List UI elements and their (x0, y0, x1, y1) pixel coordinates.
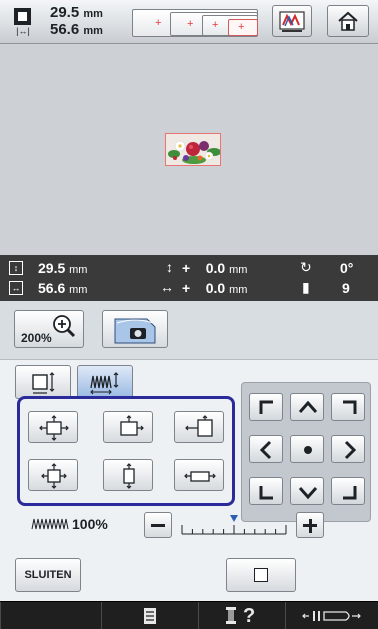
arrow-up-right-icon (343, 400, 357, 414)
resize-icon (32, 372, 55, 394)
embroidery-edit-screen: |↔| 29.5 mm 56.6 mm + + + + ↕ 29.5 mm ↔ … (0, 0, 378, 629)
top-bar: |↔| 29.5 mm 56.6 mm + + + + (0, 0, 378, 44)
arrow-right-icon (344, 440, 357, 460)
preview-button[interactable] (102, 310, 168, 348)
scale-horizontal-button[interactable] (174, 459, 224, 491)
checklist-icon (143, 608, 156, 624)
expand-vertical-icon (123, 463, 135, 489)
zoom-button[interactable]: 200% (14, 310, 84, 348)
vertical-offset-icon: ↕ (166, 259, 173, 275)
spool-icon (226, 607, 236, 624)
checkbox-button[interactable] (226, 558, 296, 592)
foot-button[interactable] (285, 602, 378, 629)
preview-icon (114, 318, 156, 344)
design-height: 56.6 mm (50, 21, 103, 38)
scale-vertical-button[interactable] (103, 459, 153, 491)
move-down-left-button[interactable] (249, 477, 283, 505)
density-zigzag-icon (31, 518, 69, 530)
density-tab[interactable] (77, 365, 133, 399)
rotation-icon: ↻ (300, 259, 312, 275)
expand-up-icon (120, 415, 144, 436)
height-icon: ↕ (9, 261, 23, 275)
center-icon (304, 446, 312, 454)
scale-all-sides-button[interactable] (28, 411, 78, 443)
edit-panel: 200% 100% SLUITEN (0, 301, 378, 601)
expand-corners-icon (41, 463, 67, 489)
arrow-down-icon (298, 487, 318, 500)
move-up-left-button[interactable] (249, 393, 283, 421)
arrow-down-left-icon (259, 486, 273, 500)
checklist-button[interactable] (101, 602, 197, 629)
close-button[interactable]: SLUITEN (15, 558, 81, 592)
vertical-offset: + 0.0 mm (182, 260, 248, 276)
bottom-status-bar: ? (0, 601, 378, 629)
help-button[interactable]: ? (198, 602, 284, 629)
move-up-right-button[interactable] (331, 393, 365, 421)
edit-button[interactable] (272, 5, 312, 37)
flower-design-icon (168, 140, 220, 164)
foot-icon (302, 611, 361, 621)
home-icon (338, 11, 358, 31)
resize-tab[interactable] (15, 365, 71, 399)
scale-diagonal-button[interactable] (28, 459, 78, 491)
rotation-value: 0° (340, 260, 354, 276)
move-down-button[interactable] (290, 477, 324, 505)
horizontal-offset-icon: ↔ (160, 279, 174, 295)
move-right-button[interactable] (331, 435, 365, 463)
density-scale[interactable] (178, 514, 290, 538)
density-increase-button[interactable] (296, 512, 324, 538)
home-button[interactable] (327, 5, 369, 37)
move-center-button[interactable] (290, 435, 324, 463)
move-pad (241, 382, 371, 522)
arrow-down-right-icon (343, 486, 357, 500)
info-width: 56.6 mm (38, 280, 88, 296)
arrow-up-icon (298, 400, 318, 413)
horizontal-offset: + 0.0 mm (182, 280, 248, 296)
design-canvas[interactable] (0, 45, 378, 255)
size-box-icon: |↔| (12, 8, 34, 36)
hoop-size-indicator: + + + + (132, 9, 258, 37)
help-icon: ? (243, 605, 256, 627)
info-bar: ↕ 29.5 mm ↔ 56.6 mm ↕ + 0.0 mm ↔ + 0.0 m… (0, 255, 378, 301)
thread-count: 9 (342, 280, 350, 296)
density-decrease-button[interactable] (144, 512, 172, 538)
embroidery-design[interactable] (165, 133, 221, 166)
width-icon: ↔ (9, 281, 23, 295)
expand-all-icon (39, 415, 69, 441)
density-marker-icon (230, 515, 238, 522)
arrow-left-icon (259, 440, 272, 460)
move-left-button[interactable] (249, 435, 283, 463)
move-up-button[interactable] (290, 393, 324, 421)
expand-horizontal-icon (184, 471, 216, 482)
scale-top-right-button[interactable] (103, 411, 153, 443)
arrow-up-left-icon (259, 400, 273, 414)
minus-icon (151, 524, 165, 527)
zoom-icon (53, 315, 76, 338)
density-value: 100% (72, 516, 108, 532)
info-height: 29.5 mm (38, 260, 88, 276)
bottom-segment-empty (0, 602, 100, 629)
hoop-icon: + (228, 19, 258, 36)
scale-left-right-button[interactable] (174, 411, 224, 443)
checkbox-icon (254, 568, 268, 582)
design-width: 29.5 mm (50, 4, 103, 21)
move-down-right-button[interactable] (331, 477, 365, 505)
density-icon (90, 372, 119, 395)
scale-direction-group (17, 396, 235, 506)
edit-icon (279, 11, 305, 32)
thread-spool-icon: ▮ (302, 279, 310, 295)
expand-left-icon (185, 415, 213, 437)
